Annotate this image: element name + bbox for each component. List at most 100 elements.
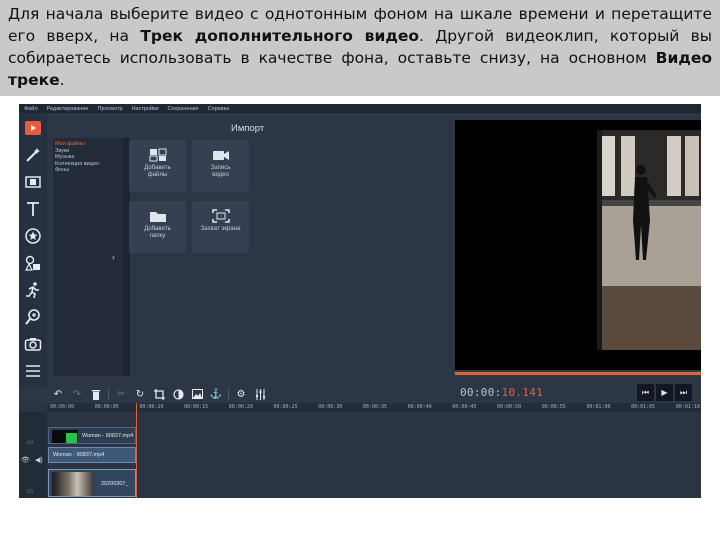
screen-capture-icon [211, 209, 230, 223]
animation-tool-button[interactable] [21, 278, 45, 302]
menu-view[interactable]: Просмотр [97, 106, 122, 112]
menu-help[interactable]: Справка [208, 106, 230, 112]
undo-icon: ↶ [53, 388, 63, 400]
timecode-readout: 00:00:10.141 [460, 386, 543, 399]
background-clip-label: 20200307_ [101, 481, 129, 487]
ruler-tick-label: 00:01:05 [631, 404, 656, 410]
transitions-tool-button[interactable] [21, 170, 45, 194]
rotate-button[interactable]: ↻ [133, 387, 147, 401]
add-files-icon [149, 148, 166, 162]
running-man-icon [26, 282, 39, 299]
caption-overlay-track-term: Трек дополнительного видео [140, 27, 420, 45]
trash-icon [92, 389, 100, 400]
overlay-clip-thumbnail [52, 430, 78, 443]
category-backgrounds[interactable]: Фоны [55, 167, 121, 174]
equalizer-icon [255, 388, 265, 400]
redo-icon: ↷ [72, 388, 82, 400]
menu-edit[interactable]: Редактирование [47, 106, 89, 112]
play-icon: ▶ [661, 388, 668, 397]
record-video-tile[interactable]: Запись видео [192, 140, 249, 192]
overlay-clip-label: Woman - 80837.mp4 [82, 433, 134, 439]
menu-settings[interactable]: Настройки [132, 106, 159, 112]
volume-icon[interactable]: ◀) [35, 456, 43, 464]
color-adjust-button[interactable] [171, 387, 185, 401]
magic-wand-icon [26, 148, 40, 162]
add-folder-label: Добавить папку [144, 226, 171, 239]
toolbar-divider [228, 388, 229, 400]
video-camera-icon [212, 151, 229, 160]
screen-capture-tile[interactable]: Захват экрана [192, 201, 249, 253]
crop-icon [153, 388, 165, 400]
import-icon [25, 121, 41, 135]
background-video-clip[interactable]: 20200307_ [48, 469, 136, 497]
eye-icon[interactable]: 👁 [21, 456, 30, 464]
tool-rail [19, 113, 47, 387]
split-button[interactable]: ✂ [114, 387, 128, 401]
add-folder-tile[interactable]: Добавить папку [129, 201, 186, 253]
collapse-panel-icon[interactable]: ‹ [112, 252, 115, 262]
timecode-main: 00:00: [460, 386, 502, 399]
timeline[interactable]: 00:00:00 00:00:05 00:00:10 00:00:15 00:00:20… [19, 403, 701, 498]
add-files-tile[interactable]: Добавить файлы [129, 140, 186, 192]
filters-tool-button[interactable] [21, 143, 45, 167]
stickers-tool-button[interactable] [21, 224, 45, 248]
skip-forward-button[interactable]: ⏭ [675, 384, 692, 401]
record-video-label: Запись видео [210, 165, 231, 178]
shapes-tool-button[interactable] [21, 251, 45, 275]
folder-icon [149, 212, 166, 222]
toolbar-divider [108, 388, 109, 400]
clip-properties-button[interactable] [190, 387, 204, 401]
menu-bar: Файл Редактирование Просмотр Настройки С… [19, 104, 701, 113]
ruler-tick-label: 00:00:05 [94, 404, 119, 410]
screen-capture-label: Захват экрана [200, 226, 241, 232]
caption-text: . [59, 71, 65, 89]
transitions-icon [25, 176, 41, 188]
menu-file[interactable]: Файл [24, 106, 38, 112]
ruler-tick-label: 00:00:30 [318, 404, 343, 410]
video-track-clip-selected[interactable]: Woman - 80837.mp4 [48, 447, 136, 463]
video-preview[interactable] [455, 120, 701, 370]
shapes-icon [25, 255, 40, 271]
gear-icon: ⚙ [236, 388, 246, 400]
background-clip-thumbnail [52, 472, 94, 496]
more-tools-button[interactable] [21, 359, 45, 383]
anchor-icon: ⚓ [209, 388, 223, 400]
import-panel-title: Импорт [231, 123, 265, 134]
equalizer-button[interactable] [253, 387, 267, 401]
crop-button[interactable] [152, 387, 166, 401]
preview-progress-fill [455, 372, 701, 375]
titles-tool-button[interactable] [21, 197, 45, 221]
timecode-accent: 10.141 [501, 386, 544, 399]
skip-back-button[interactable]: ⏮ [637, 384, 654, 401]
track-headers: ▭ 👁 ◀) ▭ [19, 412, 47, 498]
record-tool-button[interactable] [21, 332, 45, 356]
camera-icon [24, 338, 42, 351]
audio-properties-button[interactable]: ⚓ [209, 387, 223, 401]
delete-button[interactable] [89, 387, 103, 401]
undo-button[interactable]: ↶ [51, 387, 65, 401]
ruler-tick-label: 00:00:25 [273, 404, 298, 410]
play-button[interactable]: ▶ [656, 384, 673, 401]
video-clip-label: Woman - 80837.mp4 [53, 452, 105, 458]
ruler-tick-label: 00:00:10 [139, 404, 164, 410]
image-icon [191, 389, 203, 399]
menu-export[interactable]: Сохранение [168, 106, 199, 112]
contrast-icon [172, 388, 184, 400]
timeline-playhead[interactable] [136, 403, 137, 498]
settings-button[interactable]: ⚙ [234, 387, 248, 401]
overlay-track-clip[interactable]: Woman - 80837.mp4 [48, 427, 136, 444]
import-tool-button[interactable] [21, 116, 45, 140]
redo-button[interactable]: ↷ [70, 387, 84, 401]
preview-frame-image [597, 130, 701, 350]
ruler-tick-label: 00:01:00 [586, 404, 611, 410]
list-icon [26, 365, 40, 377]
skip-back-icon: ⏮ [641, 387, 650, 397]
overlay-track-icon: ▭ [27, 439, 34, 446]
audio-track-icon: ▭ [27, 488, 34, 495]
zoom-tool-button[interactable] [21, 305, 45, 329]
ruler-tick-label: 00:00:45 [452, 404, 477, 410]
ruler-tick-label: 00:01:10 [675, 404, 700, 410]
timeline-ruler[interactable]: 00:00:00 00:00:05 00:00:10 00:00:15 00:00:20… [47, 403, 701, 412]
edit-toolbar: ↶ ↷ ✂ ↻ ⚓ ⚙ [47, 385, 267, 403]
text-icon [27, 202, 39, 216]
